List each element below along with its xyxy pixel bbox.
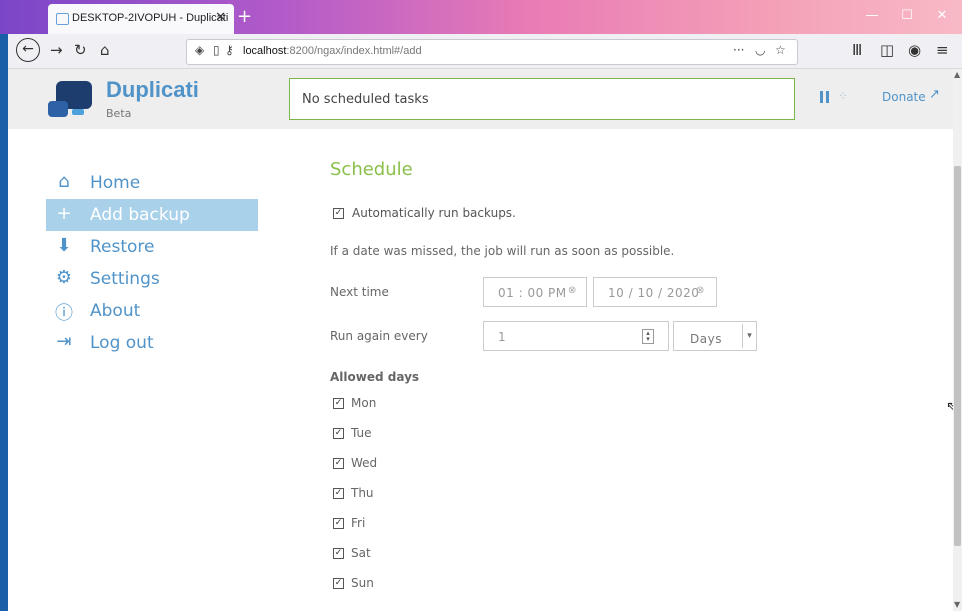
url-text[interactable]: localhost:8200/ngax/index.html#/add [243, 45, 422, 57]
key-icon: ⚷ [225, 43, 234, 57]
donate-link[interactable]: Donate [882, 90, 926, 104]
gear-icon: ⚙ [55, 267, 73, 288]
bookmark-star-icon[interactable]: ☆ [775, 43, 786, 57]
browser-tab-bar: DESKTOP-2IVOPUH - Duplicati ✕ + — ☐ ✕ [0, 0, 962, 34]
sidebar-item-label: About [90, 301, 141, 321]
app-header: Duplicati Beta No scheduled tasks ⁘ Dona… [8, 69, 953, 129]
status-box: No scheduled tasks [289, 78, 795, 120]
mouse-cursor-icon: ⇖ [946, 399, 953, 415]
sidebar-item-restore[interactable]: ⬇ Restore [46, 231, 258, 263]
brand-name: Duplicati [106, 77, 199, 102]
sidebar-item-settings[interactable]: ⚙ Settings [46, 263, 258, 295]
home-icon: ⌂ [58, 171, 70, 192]
repeat-unit-value: Days [690, 332, 722, 346]
forward-arrow-icon[interactable]: → [50, 41, 63, 59]
external-link-icon[interactable]: ↗ [929, 87, 940, 102]
page-actions-icon[interactable]: ··· [733, 43, 744, 57]
library-icon[interactable]: Ⅲ [852, 41, 862, 59]
day-label: Wed [351, 456, 378, 470]
page-content: Duplicati Beta No scheduled tasks ⁘ Dona… [8, 69, 953, 611]
info-icon: ⓘ [55, 303, 73, 324]
page-scrollbar[interactable]: ▲ ▼ [953, 69, 962, 611]
chevron-down-icon[interactable]: ▾ [742, 324, 756, 348]
auto-run-label[interactable]: Automatically run backups. [352, 206, 516, 220]
browser-nav-bar: ← → ↻ ⌂ ◈ ▯ ⚷ localhost:8200/ngax/index.… [8, 34, 962, 69]
repeat-count-input[interactable]: 1 ▴ ▾ [483, 321, 669, 351]
day-label: Tue [351, 426, 372, 440]
sidebar-item-label: Add backup [90, 205, 190, 225]
day-checkbox[interactable]: ✓ [333, 578, 344, 589]
day-checkbox[interactable]: ✓ [333, 548, 344, 559]
status-text: No scheduled tasks [302, 92, 429, 107]
sidebar-item-log-out[interactable]: ⇥ Log out [46, 327, 258, 359]
day-label: Sat [351, 546, 371, 560]
day-label: Fri [351, 516, 366, 530]
logout-icon: ⇥ [56, 331, 72, 352]
scroll-up-icon[interactable]: ▲ [954, 70, 960, 79]
spinner-icon[interactable]: ▴ ▾ [642, 329, 654, 344]
tab-title: DESKTOP-2IVOPUH - Duplicati [72, 12, 229, 24]
day-checkbox[interactable]: ✓ [333, 428, 344, 439]
scroll-down-icon[interactable]: ▼ [954, 600, 960, 609]
day-checkbox[interactable]: ✓ [333, 398, 344, 409]
repeat-value: 1 [498, 330, 507, 344]
time-input[interactable]: 01 : 00 PM ⊗ [483, 277, 587, 307]
sidebar-item-home[interactable]: ⌂ Home [46, 167, 258, 199]
back-arrow-icon[interactable]: ← [16, 38, 40, 62]
run-again-label: Run again every [330, 329, 428, 343]
sidebar-item-label: Restore [90, 237, 155, 257]
address-bar[interactable]: ◈ ▯ ⚷ localhost:8200/ngax/index.html#/ad… [186, 39, 798, 65]
shield-icon[interactable]: ◈ [195, 43, 204, 57]
duplicati-logo[interactable] [48, 81, 94, 121]
menu-icon[interactable]: ≡ [936, 41, 949, 59]
brand-tag: Beta [106, 107, 132, 120]
window-maximize-button[interactable]: ☐ [893, 5, 921, 27]
sidebar-item-label: Home [90, 173, 141, 193]
throttle-icon[interactable]: ⁘ [838, 89, 848, 103]
scroll-thumb[interactable] [954, 166, 961, 546]
repeat-unit-select[interactable]: Days ▾ [673, 321, 757, 351]
next-time-label: Next time [330, 285, 389, 299]
pause-icon[interactable] [820, 91, 830, 103]
date-value: 10 / 10 / 2020 [608, 286, 700, 300]
home-page-icon[interactable]: ⌂ [100, 41, 110, 59]
clear-time-icon[interactable]: ⊗ [568, 285, 576, 296]
page-info-icon[interactable]: ▯ [213, 43, 220, 57]
restore-icon: ⬇ [56, 235, 72, 256]
sidebar-item-label: Log out [90, 333, 154, 353]
day-label: Mon [351, 396, 377, 410]
plus-icon: + [56, 203, 72, 224]
pocket-icon[interactable]: ◡ [755, 43, 765, 57]
day-label: Sun [351, 576, 374, 590]
sidebar-toggle-icon[interactable]: ◫ [880, 41, 894, 59]
auto-run-checkbox[interactable]: ✓ [333, 208, 344, 219]
sidebar-item-add-backup[interactable]: + Add backup [46, 199, 258, 231]
clear-date-icon[interactable]: ⊗ [696, 285, 704, 296]
date-input[interactable]: 10 / 10 / 2020 ⊗ [593, 277, 717, 307]
tab-close-icon[interactable]: ✕ [215, 10, 226, 25]
browser-tab[interactable]: DESKTOP-2IVOPUH - Duplicati ✕ [48, 4, 234, 34]
window-minimize-button[interactable]: — [858, 5, 886, 27]
new-tab-button[interactable]: + [237, 6, 252, 27]
section-title: Schedule [330, 159, 413, 180]
day-checkbox[interactable]: ✓ [333, 518, 344, 529]
sidebar-item-about[interactable]: ⓘ About [46, 295, 258, 327]
reload-icon[interactable]: ↻ [74, 41, 87, 59]
account-icon[interactable]: ◉ [908, 41, 921, 59]
missed-date-note: If a date was missed, the job will run a… [330, 244, 675, 258]
day-label: Thu [351, 486, 374, 500]
day-checkbox[interactable]: ✓ [333, 488, 344, 499]
sidebar-item-label: Settings [90, 269, 160, 289]
window-close-button[interactable]: ✕ [928, 5, 956, 27]
allowed-days-title: Allowed days [330, 370, 420, 384]
time-value: 01 : 00 PM [498, 286, 567, 300]
tab-favicon-icon [56, 13, 69, 25]
day-checkbox[interactable]: ✓ [333, 458, 344, 469]
